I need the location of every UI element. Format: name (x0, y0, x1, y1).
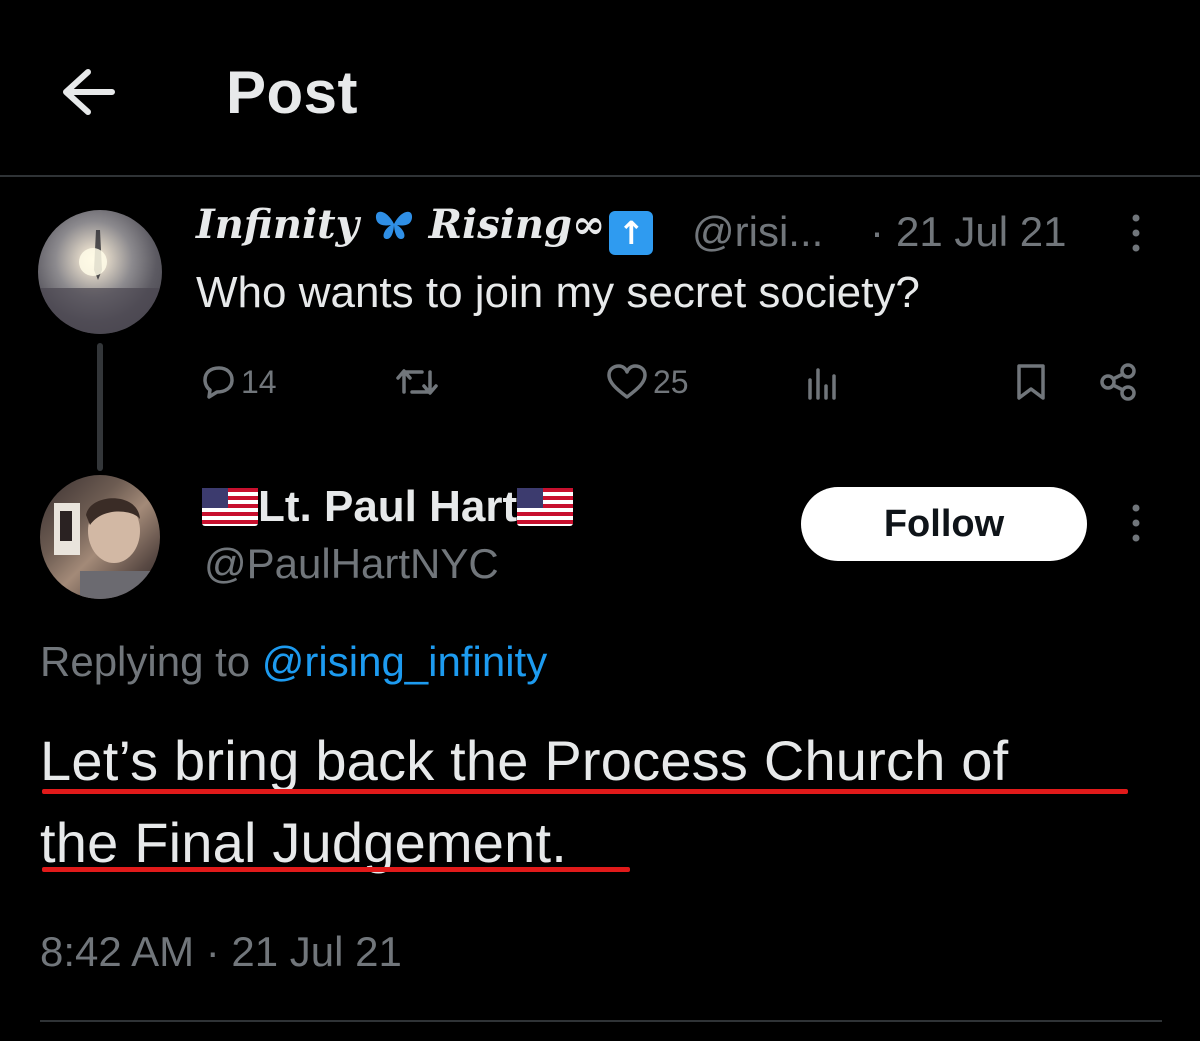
divider (40, 1020, 1162, 1022)
tweet2-timestamp[interactable]: 8:42 AM · 21 Jul 21 (40, 928, 402, 976)
more-options-button[interactable] (1124, 502, 1148, 546)
arrow-left-icon (63, 69, 115, 115)
us-flag-icon (202, 488, 258, 526)
bookmark-icon (1017, 364, 1045, 400)
tweet1-handle[interactable]: @risi... (692, 208, 823, 256)
retweet-button[interactable] (394, 362, 440, 402)
red-underline-annotation (42, 789, 1128, 794)
share-icon (1100, 363, 1136, 401)
like-button[interactable]: 25 (605, 362, 689, 402)
back-button[interactable] (52, 62, 124, 122)
like-count: 25 (653, 363, 689, 400)
heart-icon (607, 364, 647, 399)
us-flag-icon (517, 488, 574, 526)
tweet2-name-text: Lt. Paul Hart (258, 482, 518, 531)
tweet2-body-line: Let’s bring back the Process Church of (40, 729, 1009, 792)
tweet1-date[interactable]: 21 Jul 21 (896, 208, 1066, 256)
butterfly-icon (359, 201, 429, 248)
thread-connector-line (97, 343, 103, 471)
share-button[interactable] (1098, 362, 1138, 402)
avatar-image (54, 498, 160, 599)
more-vertical-icon (1132, 504, 1140, 542)
bookmark-button[interactable] (1011, 362, 1051, 402)
tweet2-handle[interactable]: @PaulHartNYC (204, 540, 499, 588)
replying-prefix: Replying to (40, 638, 251, 685)
retweet-icon (396, 369, 438, 395)
replying-mention-link[interactable]: @rising_infinity (262, 638, 547, 685)
page-title: Post (226, 59, 359, 126)
header-divider (0, 175, 1200, 177)
red-underline-annotation (42, 867, 630, 872)
reply-button[interactable]: 14 (197, 362, 277, 402)
reply-icon (203, 366, 234, 399)
replying-to: Replying to @rising_infinity (40, 638, 547, 686)
tweet1-name-part-1: Infinity (196, 201, 359, 248)
tweet2-body-line: the Final Judgement. (40, 811, 567, 874)
avatar-image (38, 230, 162, 334)
tweet2-display-name[interactable]: Lt. Paul Hart (202, 482, 574, 532)
reply-count: 14 (241, 363, 277, 400)
views-button[interactable] (802, 362, 842, 402)
more-options-button[interactable] (1124, 212, 1148, 256)
meta-separator: · (870, 208, 884, 255)
tweet1-display-name[interactable]: Infinity Rising∞ ↑ (196, 201, 654, 255)
tweet1-text: Who wants to join my secret society? (196, 268, 920, 317)
tweet1-name-part-2: Rising∞ (428, 201, 606, 248)
avatar[interactable] (38, 210, 162, 334)
follow-button[interactable]: Follow (801, 487, 1087, 561)
up-arrow-emoji-icon: ↑ (609, 211, 654, 255)
analytics-icon (808, 368, 836, 400)
more-vertical-icon (1132, 214, 1140, 252)
avatar[interactable] (40, 475, 160, 599)
